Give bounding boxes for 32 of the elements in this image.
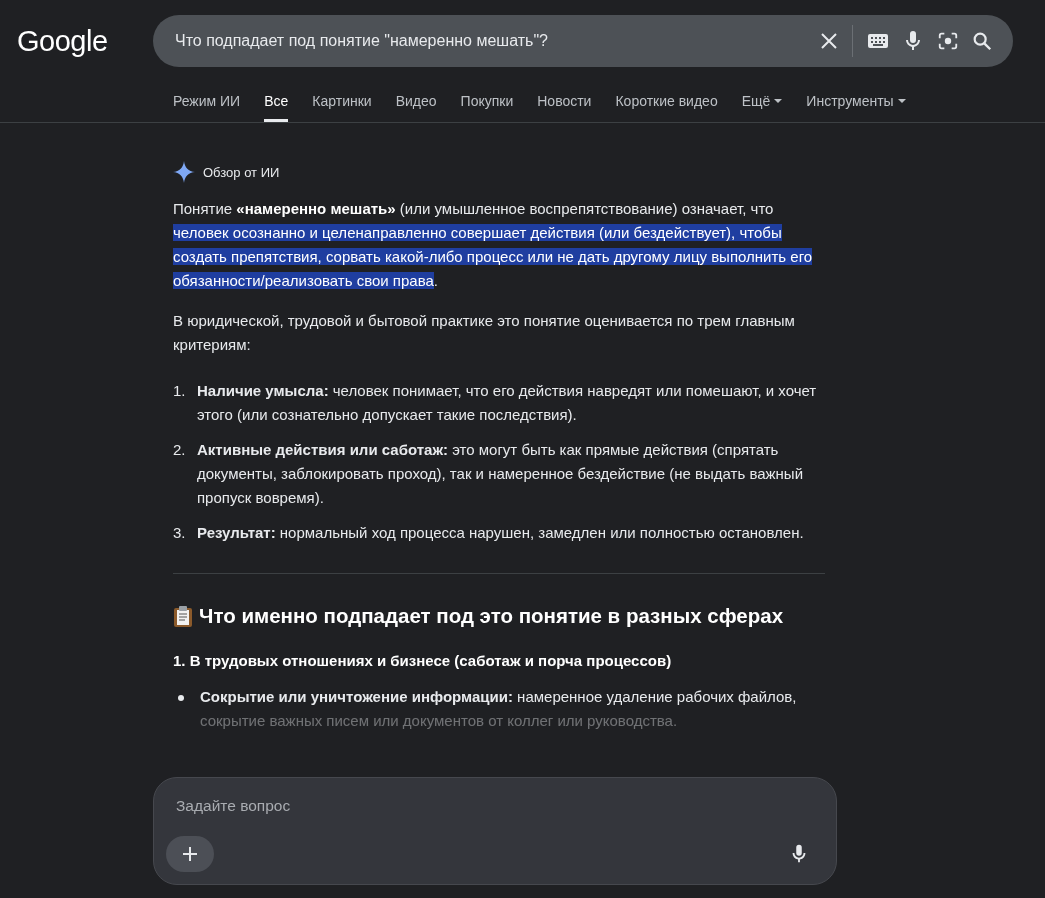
ask-field[interactable]: Задайте вопрос: [174, 796, 816, 816]
tab[interactable]: Картинки: [312, 93, 372, 122]
section-heading: Что именно подпадает под это понятие в разных сферах: [199, 604, 784, 628]
search-bar[interactable]: Что подпадает под понятие "намеренно мешать"?: [153, 15, 1013, 67]
list-number: 1.: [173, 381, 187, 401]
tab[interactable]: Короткие видео: [615, 93, 718, 122]
caret-icon: [897, 98, 906, 104]
tab[interactable]: Новости: [537, 93, 592, 122]
list-number: 2.: [173, 440, 187, 460]
google-logo[interactable]: Google: [17, 24, 153, 58]
tab[interactable]: Режим ИИ: [173, 93, 241, 122]
search-field[interactable]: Что подпадает под понятие "намеренно мешать"?: [173, 31, 814, 51]
tab[interactable]: Покупки: [460, 93, 514, 122]
tab[interactable]: Инструменты: [806, 93, 906, 122]
clipboard-icon: [173, 605, 193, 627]
tab[interactable]: Все: [264, 93, 289, 122]
ask-panel[interactable]: Задайте вопрос: [153, 777, 837, 885]
add-button[interactable]: [166, 836, 214, 872]
tab[interactable]: Видео: [395, 93, 437, 122]
list-item-text: Результат: нормальный ход процесса нарушен, замедлен или полностью остановлен.: [197, 523, 804, 543]
paragraph: В юридической, трудовой и бытовой практике это понятие оценивается по трем главным критериям:: [173, 311, 796, 355]
list-number: 3.: [173, 523, 187, 543]
tab[interactable]: Ещё: [741, 93, 783, 122]
plus-icon: [181, 845, 199, 863]
caret-icon: [774, 98, 783, 104]
sparkle-icon: [173, 161, 195, 183]
list-item-text: Активные действия или саботаж: это могут быть как прямые действия (спрятать документы, заблокировать проход), так и намеренное бездействие (не выдать важный пропуск вовремя).: [197, 440, 804, 508]
bullet-icon: [178, 695, 184, 701]
bullet-text: Сокрытие или уничтожение информации: намеренное удаление рабочих файлов, сокрытие важных писем или документов от коллег или руководства.: [200, 687, 798, 731]
list-item-text: Наличие умысла: человек понимает, что его действия навредят или помешают, и хочет этого (или сознательно допускает такие последствия).: [197, 381, 818, 425]
overview-title: Обзор от ИИ: [203, 164, 280, 180]
subheading: 1. В трудовых отношениях и бизнесе (саботаж и порча процессов): [173, 652, 673, 669]
